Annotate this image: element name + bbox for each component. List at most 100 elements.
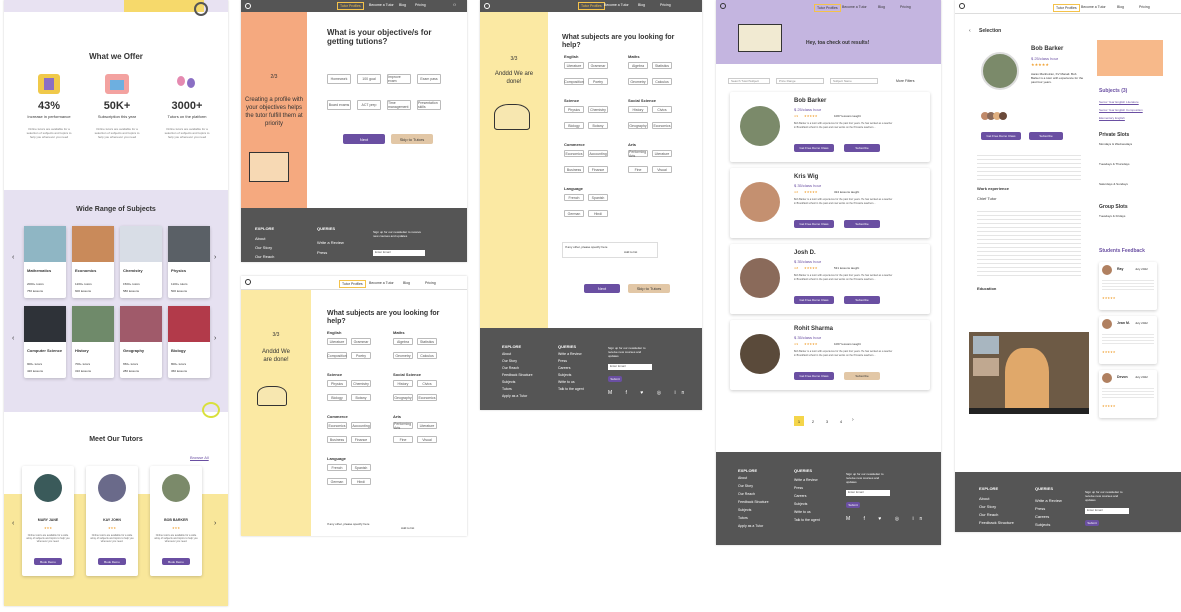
footer-link[interactable]: Our Story (738, 484, 753, 488)
add-to-list-button[interactable]: Add to list (624, 250, 637, 254)
subject-chip[interactable]: Biology (564, 122, 584, 129)
chevron-left-icon[interactable]: ‹ (12, 335, 14, 342)
subject-chip[interactable]: Civics (652, 106, 672, 113)
subject-chip[interactable]: Geography (393, 394, 413, 401)
subscribe-button[interactable]: Subscribe (844, 220, 880, 228)
subject-chip[interactable]: Hindi (351, 478, 371, 485)
subject-chip[interactable]: Economics (417, 394, 437, 401)
subject-chip[interactable]: Spanish (351, 464, 371, 471)
email-field[interactable]: Enter Email (846, 490, 890, 496)
other-subject-input[interactable]: If any other, please specify here (327, 522, 387, 530)
subject-card[interactable]: Geography 650+ tutors 280 lessons (120, 306, 162, 378)
footer-link[interactable]: Write a Review (794, 478, 817, 482)
footer-link[interactable]: Subjects (1035, 522, 1050, 527)
subject-chip[interactable]: Accounting (588, 150, 608, 157)
nav-become-tutor[interactable]: Become a Tutor (1081, 5, 1106, 9)
subject-card[interactable]: Mathematics 2000+ tutors 750 lessons (24, 226, 66, 298)
footer-link[interactable]: Careers (558, 366, 570, 370)
subject-chip[interactable]: Fine (393, 436, 413, 443)
footer-link[interactable]: Apply as a Tutor (738, 524, 763, 528)
subject-chip[interactable]: Composition (564, 78, 584, 85)
footer-link[interactable]: Our Story (502, 359, 517, 363)
subject-chip[interactable]: Literature (327, 338, 347, 345)
book-demo-button[interactable]: Book Demo (98, 558, 126, 565)
tutor-result-card[interactable]: Rohit Sharma $ 35/class hour 4.9 ★★★★★ 1067 … (730, 320, 930, 390)
footer-link[interactable]: Tutors (502, 387, 512, 391)
subject-chip[interactable]: German (564, 210, 584, 217)
tutor-card[interactable]: BOB BARKER ★★★ Online tutors are available… (150, 466, 202, 576)
nav-blog[interactable]: Blog (878, 5, 885, 9)
subject-chip[interactable]: Finance (588, 166, 608, 173)
footer-link[interactable]: Careers (1035, 514, 1049, 519)
subscribe-button[interactable]: Subscribe (844, 296, 880, 304)
footer-link[interactable]: About (255, 236, 265, 241)
subject-chip[interactable]: Finance (351, 436, 371, 443)
nav-pricing[interactable]: Pricing (900, 5, 911, 9)
subject-chip[interactable]: Fine (628, 166, 648, 173)
subject-chip[interactable]: Business (327, 436, 347, 443)
subject-chip[interactable]: Civics (417, 380, 437, 387)
tutor-result-card[interactable]: Josh D. $ 35/class hour 4.8 ★★★★★ 531 lesson… (730, 244, 930, 314)
subject-chip[interactable]: Geography (628, 122, 648, 129)
nav-tutor-profiles[interactable]: Tutor Profiles (814, 4, 841, 12)
subject-card[interactable]: Economics 1200+ tutors 600 lessons (72, 226, 114, 298)
subject-chip[interactable]: Physics (327, 380, 347, 387)
next-button[interactable]: Next (343, 134, 385, 144)
objective-option[interactable]: 100 goal (357, 74, 381, 84)
nav-pricing[interactable]: Pricing (425, 281, 436, 285)
subject-chip[interactable]: Poetry (351, 352, 371, 359)
subject-chip[interactable]: Visual (417, 436, 437, 443)
subject-chip[interactable]: Biology (327, 394, 347, 401)
demo-button[interactable]: Get Free Demo Class (981, 132, 1021, 140)
subject-filter[interactable]: Subject Name (830, 78, 878, 84)
subject-chip[interactable]: Economics (564, 150, 584, 157)
subject-card[interactable]: Biology 800+ tutors 360 lessons (168, 306, 210, 378)
subject-link[interactable]: Senior Year English Literature (1099, 100, 1139, 104)
subject-chip[interactable]: Spanish (588, 194, 608, 201)
page-button[interactable]: 4 (836, 416, 846, 426)
chevron-right-icon[interactable]: › (214, 520, 216, 527)
footer-link[interactable]: Careers (794, 494, 806, 498)
page-button[interactable]: 1 (794, 416, 804, 426)
footer-link[interactable]: Our Reach (502, 366, 519, 370)
user-icon[interactable]: ⚇ (453, 3, 456, 7)
subject-chip[interactable]: Statistics (652, 62, 672, 69)
footer-link[interactable]: Press (558, 359, 567, 363)
subject-chip[interactable]: Business (564, 166, 584, 173)
logo-icon[interactable] (245, 3, 251, 9)
logo-icon[interactable] (484, 3, 490, 9)
subject-chip[interactable]: Economics (327, 422, 347, 429)
subscribe-button[interactable]: Subscribe (844, 144, 880, 152)
footer-link[interactable]: About (502, 352, 511, 356)
subject-card[interactable]: Chemistry 1500+ tutors 580 lessons (120, 226, 162, 298)
tutor-card[interactable]: KAY JOHN ★★★ Online tutors are available f… (86, 466, 138, 576)
subject-card[interactable]: Physics 1100+ tutors 500 lessons (168, 226, 210, 298)
nav-become-tutor[interactable]: Become a Tutor (842, 5, 867, 9)
footer-link[interactable]: About (738, 476, 747, 480)
footer-link[interactable]: Talk to the agent (794, 518, 820, 522)
demo-button[interactable]: Get Free Demo Class (794, 372, 834, 380)
subject-card[interactable]: Computer Science 900+ tutors 420 lessons (24, 306, 66, 378)
browse-all-link[interactable]: Browse All (190, 455, 209, 460)
subscribe-button[interactable]: Subscribe (844, 372, 880, 380)
tutor-result-card[interactable]: Bob Barker $ 25/class hour 4.9 ★★★★★ 1067 le… (730, 92, 930, 162)
subject-chip[interactable]: Composition (327, 352, 347, 359)
subject-card[interactable]: History 700+ tutors 310 lessons (72, 306, 114, 378)
subject-chip[interactable]: Calculus (652, 78, 672, 85)
footer-link[interactable]: Our Story (979, 504, 996, 509)
price-filter[interactable]: Price Range (776, 78, 824, 84)
next-page-icon[interactable]: › (852, 417, 854, 423)
nav-become-tutor[interactable]: Become a Tutor (604, 3, 629, 7)
logo-icon[interactable] (720, 3, 726, 9)
footer-link[interactable]: About (979, 496, 989, 501)
footer-link[interactable]: Our Reach (979, 512, 998, 517)
demo-button[interactable]: Get Free Demo Class (794, 296, 834, 304)
subject-chip[interactable]: History (393, 380, 413, 387)
subject-chip[interactable]: Literature (417, 422, 437, 429)
footer-link[interactable]: Subjects (558, 373, 571, 377)
objective-option[interactable]: Improve exam (387, 74, 411, 84)
social-icons[interactable]: M f ♥ ◎ in (608, 390, 690, 396)
nav-tutor-profiles[interactable]: Tutor Profiles (339, 280, 366, 288)
footer-link[interactable]: Apply as a Tutor (502, 394, 527, 398)
subject-chip[interactable]: Chemistry (588, 106, 608, 113)
